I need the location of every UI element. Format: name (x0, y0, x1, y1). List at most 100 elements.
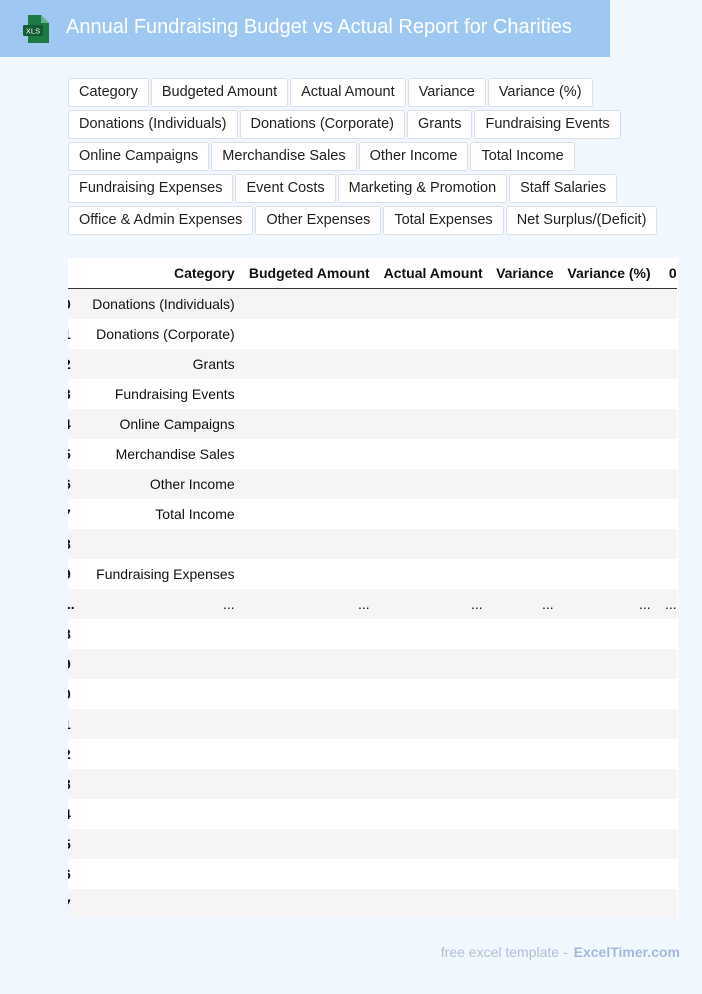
actual-amount-cell (370, 709, 483, 739)
category-cell: Fundraising Expenses (96, 566, 235, 582)
variance-cell: ... (542, 596, 554, 612)
zero-cell (651, 829, 677, 859)
column-chip[interactable]: Variance (407, 78, 486, 107)
row-index-label: 3 (68, 386, 71, 402)
footer-credit: free excel template - ExcelTimer.com (441, 944, 680, 960)
zero-cell (651, 769, 677, 799)
column-chip[interactable]: Online Campaigns (68, 142, 210, 171)
row-index: ... (68, 589, 75, 619)
zero-cell (651, 619, 677, 649)
column-chip[interactable]: Grants (406, 110, 473, 139)
zero-cell (651, 559, 677, 589)
table-row: 6 Other Income (68, 469, 677, 499)
row-index-label: 6 (68, 866, 71, 882)
row-index: 1 (68, 709, 75, 739)
table-row: 8 (68, 529, 677, 559)
actual-amount-cell (370, 679, 483, 709)
column-chip[interactable]: Donations (Individuals) (68, 110, 238, 139)
zero-cell (651, 679, 677, 709)
row-index-label: 4 (68, 416, 71, 432)
row-index-label: 9 (68, 566, 71, 582)
variance-percent-header: Variance (%) (567, 265, 651, 281)
row-index-label: 3 (68, 776, 71, 792)
row-index: 6 (68, 859, 75, 889)
column-chip[interactable]: Donations (Corporate) (239, 110, 405, 139)
column-chip[interactable]: Variance (%) (487, 78, 593, 107)
zero-cell (651, 319, 677, 349)
row-index: 2 (68, 739, 75, 769)
column-chip[interactable]: Merchandise Sales (211, 142, 357, 171)
variance-percent-cell (554, 529, 651, 559)
column-chip-list: Category Budgeted Amount Actual Amount Vari… (68, 78, 680, 235)
column-chip[interactable]: Fundraising Expenses (68, 174, 234, 203)
index-header (68, 258, 75, 289)
column-chip[interactable]: Office & Admin Expenses (68, 206, 254, 235)
row-index-label: 8 (68, 536, 71, 552)
variance-percent-cell (554, 409, 651, 439)
zero-cell (651, 739, 677, 769)
table-row: 1 Donations (Corporate) (68, 319, 677, 349)
table-row: 8 (68, 619, 677, 649)
variance-cell (483, 649, 554, 679)
column-chip[interactable]: Staff Salaries (509, 174, 618, 203)
table-row: 5 (68, 829, 677, 859)
column-chip[interactable]: Total Expenses (383, 206, 504, 235)
footer-prefix: free excel template - (440, 944, 568, 960)
page-title: Annual Fundraising Budget vs Actual Repo… (66, 16, 572, 38)
budgeted-amount-header: Budgeted Amount (248, 265, 370, 281)
zero-cell (651, 709, 677, 739)
row-index-label: 6 (68, 476, 71, 492)
variance-percent-cell (554, 769, 651, 799)
variance-cell (483, 409, 554, 439)
table-row: 0 Donations (Individuals) (68, 288, 677, 319)
row-index: 1 (68, 319, 75, 349)
budgeted-amount-cell (235, 709, 370, 739)
actual-amount-cell (370, 349, 483, 379)
zero-cell (651, 379, 677, 409)
column-chip[interactable]: Other Expenses (255, 206, 382, 235)
variance-cell (483, 799, 554, 829)
category-cell: Other Income (149, 476, 235, 492)
column-chip[interactable]: Category (68, 78, 149, 107)
zero-cell (651, 499, 677, 529)
footer-brand-link[interactable]: ExcelTimer.com (574, 944, 680, 960)
column-chip[interactable]: Event Costs (235, 174, 336, 203)
xls-file-icon: XLS (23, 15, 49, 43)
budgeted-amount-cell (235, 319, 370, 349)
table-row: 7 Total Income (68, 499, 677, 529)
variance-cell (483, 319, 554, 349)
column-chip[interactable]: Net Surplus/(Deficit) (505, 206, 658, 235)
table-row: 9 (68, 649, 677, 679)
actual-amount-cell: ... (471, 596, 483, 612)
column-chip[interactable]: Marketing & Promotion (337, 174, 508, 203)
row-index: 4 (68, 799, 75, 829)
row-index: 4 (68, 409, 75, 439)
row-index: 5 (68, 439, 75, 469)
column-chip[interactable]: Budgeted Amount (150, 78, 289, 107)
variance-cell (483, 469, 554, 499)
variance-cell (483, 829, 554, 859)
variance-cell (483, 529, 554, 559)
column-chip[interactable]: Fundraising Events (474, 110, 621, 139)
actual-amount-cell (370, 859, 483, 889)
variance-percent-cell (554, 679, 651, 709)
table-row: 6 (68, 859, 677, 889)
column-chip[interactable]: Other Income (358, 142, 469, 171)
row-index: 2 (68, 349, 75, 379)
category-cell: Donations (Individuals) (92, 296, 235, 312)
column-chip[interactable]: Actual Amount (290, 78, 406, 107)
actual-amount-cell (370, 499, 483, 529)
actual-amount-cell (370, 319, 483, 349)
actual-amount-header: Actual Amount (383, 265, 483, 281)
variance-percent-cell (554, 439, 651, 469)
row-index: 5 (68, 829, 75, 859)
actual-amount-cell (370, 619, 483, 649)
column-chip[interactable]: Total Income (470, 142, 575, 171)
variance-cell (483, 709, 554, 739)
category-cell (75, 829, 235, 859)
variance-percent-cell (554, 349, 651, 379)
zero-cell (651, 889, 677, 918)
row-index: 0 (68, 679, 75, 709)
row-index-label: 7 (68, 506, 71, 522)
variance-percent-cell (554, 379, 651, 409)
